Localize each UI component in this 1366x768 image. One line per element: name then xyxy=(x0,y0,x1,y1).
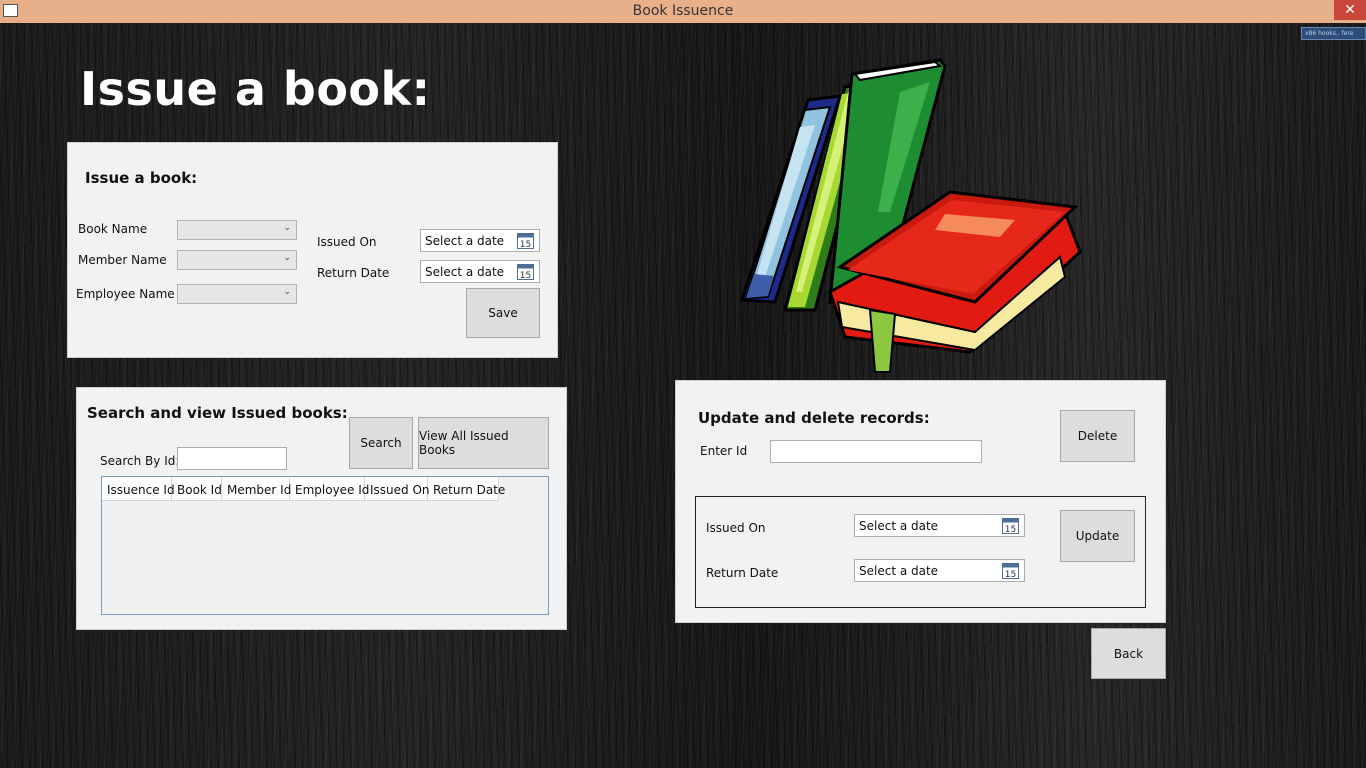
delete-button[interactable]: Delete xyxy=(1060,410,1135,462)
update-issued-on-label: Issued On xyxy=(706,521,766,535)
issued-on-datepicker[interactable]: Select a date 15 xyxy=(420,229,540,252)
window-title: Book Issuence xyxy=(632,3,734,19)
calendar-icon[interactable]: 15 xyxy=(517,263,534,280)
column-header-member-id[interactable]: Member Id xyxy=(222,477,291,500)
member-name-label: Member Name xyxy=(78,253,167,267)
back-button[interactable]: Back xyxy=(1091,628,1166,679)
column-header-book-id[interactable]: Book Id xyxy=(172,477,222,500)
enter-id-input[interactable] xyxy=(770,440,982,463)
update-issued-on-value: Select a date xyxy=(859,519,939,533)
issue-book-panel: Issue a book: Book Name ⌄ Member Name ⌄ … xyxy=(67,142,558,358)
tray-thumbnail: x86 hooks.. fere xyxy=(1301,27,1366,40)
employee-name-label: Employee Name xyxy=(76,287,175,301)
search-issued-books-panel: Search and view Issued books: Search Vie… xyxy=(76,387,567,630)
calendar-day: 15 xyxy=(1005,570,1016,579)
chevron-down-icon: ⌄ xyxy=(283,287,291,297)
update-delete-panel: Update and delete records: Enter Id Dele… xyxy=(675,380,1166,623)
return-date-label: Return Date xyxy=(317,266,390,280)
update-button[interactable]: Update xyxy=(1060,510,1135,562)
book-name-label: Book Name xyxy=(78,222,148,236)
calendar-icon[interactable]: 15 xyxy=(1002,517,1019,534)
grid-header: Issuence Id Book Id Member Id Employee I… xyxy=(102,477,505,501)
books-illustration xyxy=(739,58,1082,373)
window-titlebar: Book Issuence ✕ xyxy=(0,0,1366,23)
issued-on-value: Select a date xyxy=(425,234,505,248)
calendar-day: 15 xyxy=(520,240,531,249)
close-button[interactable]: ✕ xyxy=(1334,0,1366,20)
search-id-input[interactable] xyxy=(177,447,287,470)
book-name-combobox[interactable]: ⌄ xyxy=(177,220,297,240)
calendar-icon[interactable]: 15 xyxy=(517,232,534,249)
issued-books-grid[interactable]: Issuence Id Book Id Member Id Employee I… xyxy=(101,476,549,615)
update-issued-on-datepicker[interactable]: Select a date 15 xyxy=(854,514,1025,537)
column-header-issuence-id[interactable]: Issuence Id xyxy=(102,477,175,500)
update-dates-groupbox: Issued On Select a date 15 Return Date S… xyxy=(695,496,1146,608)
page-title: Issue a book: xyxy=(80,62,431,116)
column-header-employee-id[interactable]: Employee Id xyxy=(290,477,369,500)
save-button[interactable]: Save xyxy=(466,288,540,338)
update-return-date-value: Select a date xyxy=(859,564,939,578)
search-by-id-label: Search By Id: xyxy=(100,454,180,468)
search-panel-title: Search and view Issued books: xyxy=(87,404,348,422)
column-header-issued-on[interactable]: Issued On xyxy=(365,477,430,500)
chevron-down-icon: ⌄ xyxy=(283,253,291,263)
enter-id-label: Enter Id xyxy=(700,444,748,458)
return-date-value: Select a date xyxy=(425,265,505,279)
return-date-datepicker[interactable]: Select a date 15 xyxy=(420,260,540,283)
calendar-day: 15 xyxy=(1005,525,1016,534)
chevron-down-icon: ⌄ xyxy=(283,223,291,233)
calendar-icon[interactable]: 15 xyxy=(1002,562,1019,579)
update-panel-title: Update and delete records: xyxy=(698,409,930,427)
view-all-issued-books-button[interactable]: View All Issued Books xyxy=(418,417,549,469)
update-return-date-datepicker[interactable]: Select a date 15 xyxy=(854,559,1025,582)
search-button[interactable]: Search xyxy=(349,417,413,469)
issue-panel-title: Issue a book: xyxy=(85,169,198,187)
member-name-combobox[interactable]: ⌄ xyxy=(177,250,297,270)
issued-on-label: Issued On xyxy=(317,235,377,249)
calendar-day: 15 xyxy=(520,271,531,280)
employee-name-combobox[interactable]: ⌄ xyxy=(177,284,297,304)
column-header-return-date[interactable]: Return Date xyxy=(428,477,505,500)
update-return-date-label: Return Date xyxy=(706,566,779,580)
